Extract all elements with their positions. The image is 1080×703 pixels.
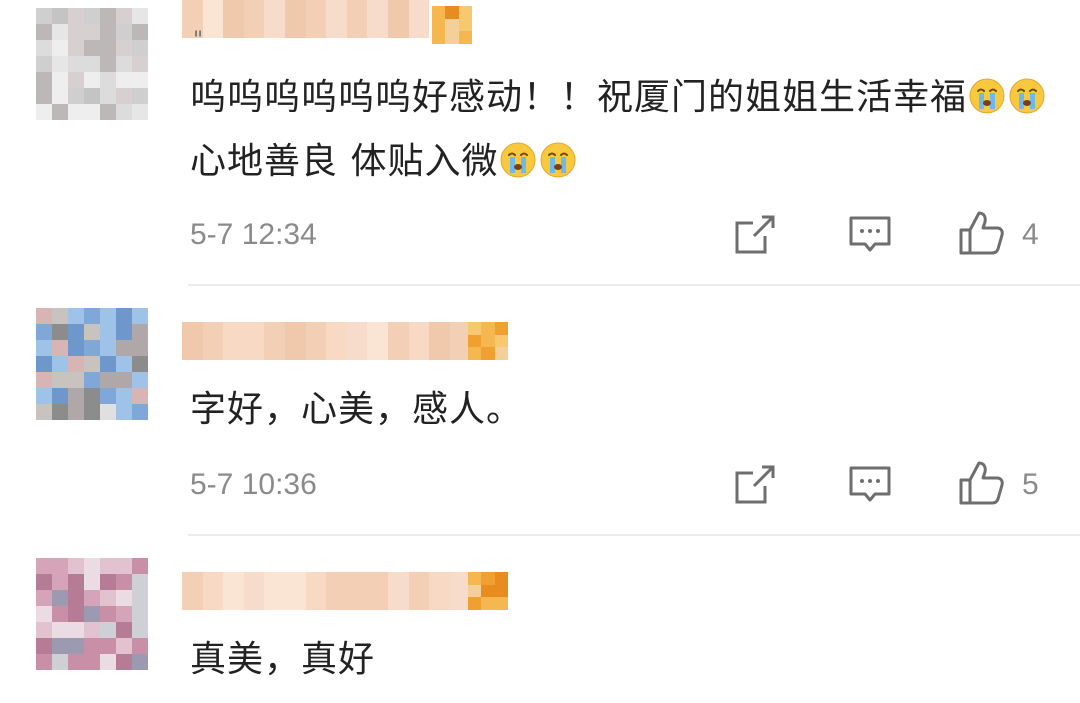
share-icon — [735, 465, 775, 504]
like-button[interactable] — [958, 210, 1004, 256]
avatar[interactable] — [36, 308, 148, 420]
comment-item: " 呜呜呜呜呜呜好感动！！祝厦门的姐姐生活幸福心地善良 体贴入微 5-7 12:… — [0, 0, 1080, 285]
user-badge-icon — [468, 572, 508, 610]
like-button[interactable] — [958, 460, 1004, 506]
share-button[interactable] — [732, 462, 778, 508]
comment-text: 字好，心美，感人。 — [190, 378, 1050, 442]
comment-timestamp: 5-7 12:34 — [190, 218, 317, 251]
comment-item: 真美，真好 — [0, 536, 1080, 703]
share-button[interactable] — [732, 212, 778, 258]
comment-text-body-continued: 心地善良 体贴入微 — [190, 141, 499, 182]
like-count: 5 — [1022, 468, 1039, 501]
crying-face-icon — [499, 136, 537, 178]
like-count: 4 — [1022, 218, 1039, 251]
comment-text: 真美，真好 — [190, 628, 1050, 692]
thumbs-up-icon — [959, 211, 1004, 255]
user-badge-icon — [468, 322, 508, 360]
avatar[interactable] — [36, 558, 148, 670]
crying-face-icon — [539, 136, 577, 178]
comment-text-body: 真美，真好 — [190, 639, 376, 680]
username-blurred[interactable] — [182, 322, 471, 360]
crying-face-icon — [968, 72, 1006, 114]
comment-text: 呜呜呜呜呜呜好感动！！祝厦门的姐姐生活幸福心地善良 体贴入微 — [190, 66, 1050, 194]
comment-text-body: 字好，心美，感人。 — [190, 389, 524, 430]
username-blurred[interactable] — [182, 0, 430, 38]
thumbs-up-icon — [959, 461, 1004, 505]
comment-icon — [849, 216, 891, 252]
comment-icon — [849, 466, 891, 502]
quote-mark: " — [193, 28, 204, 53]
reply-button[interactable] — [847, 212, 893, 258]
username-blurred[interactable] — [182, 572, 471, 610]
crying-face-icon — [1008, 72, 1046, 114]
avatar[interactable] — [36, 8, 148, 120]
comment-item: 字好，心美，感人。 5-7 10:36 5 — [0, 286, 1080, 536]
user-badge-icon — [432, 6, 472, 44]
reply-button[interactable] — [847, 462, 893, 508]
comment-text-body: 呜呜呜呜呜呜好感动！！祝厦门的姐姐生活幸福 — [190, 77, 968, 118]
share-icon — [735, 215, 775, 254]
comment-timestamp: 5-7 10:36 — [190, 468, 317, 501]
